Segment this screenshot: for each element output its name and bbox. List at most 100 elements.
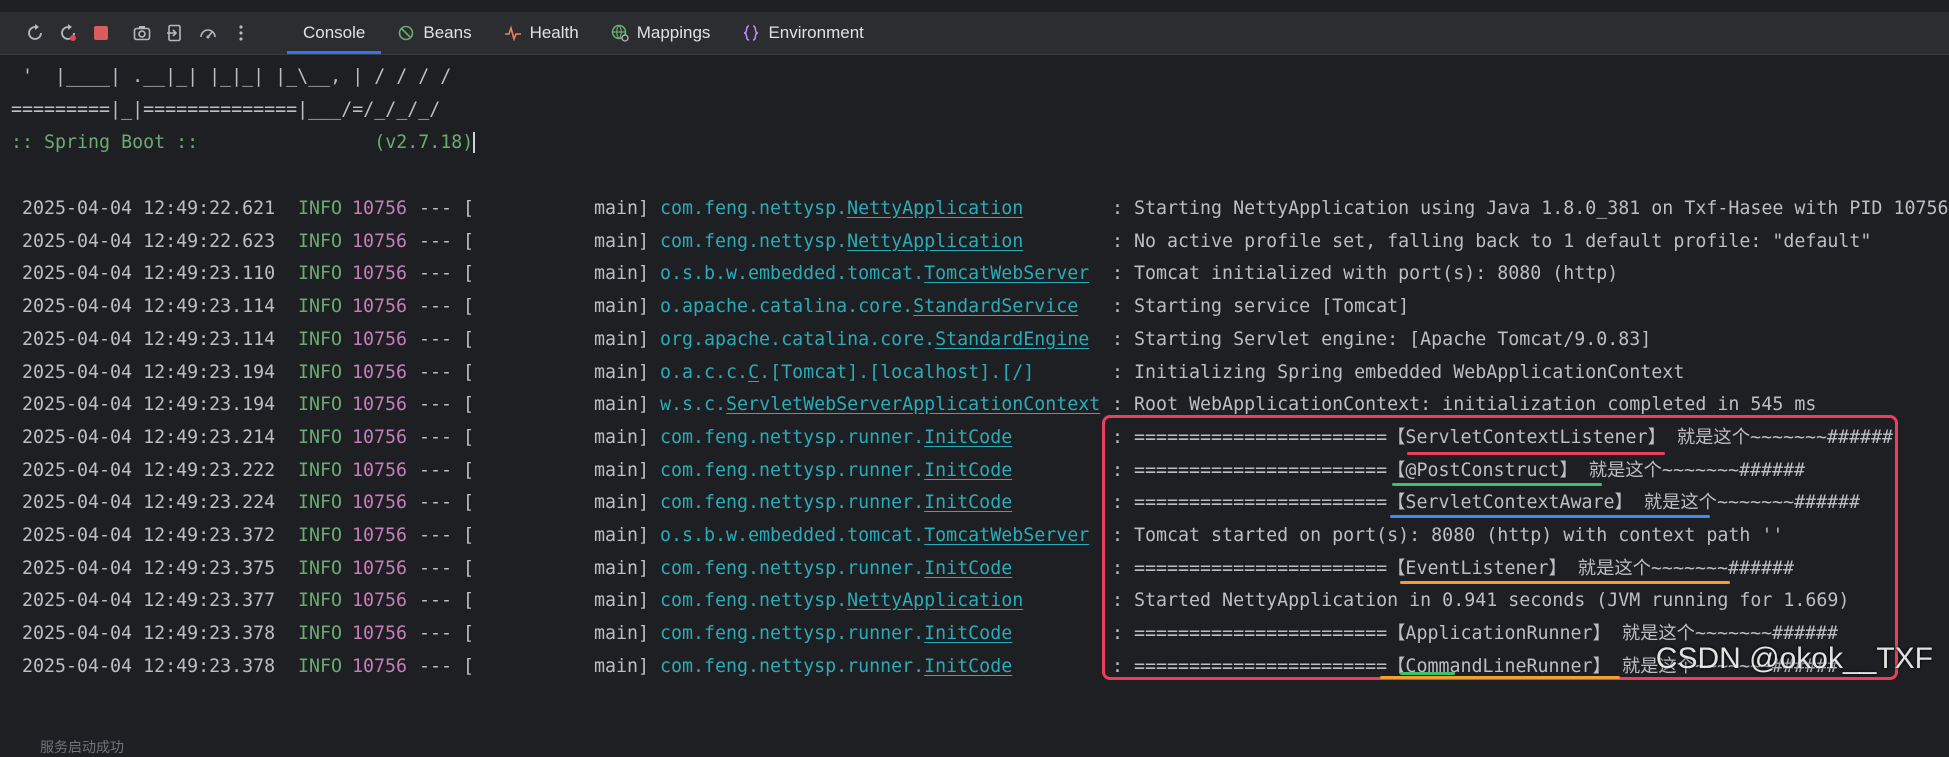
log-level: INFO (298, 590, 343, 611)
logger-package: w.s.c. (660, 394, 727, 415)
log-logger[interactable]: com.feng.nettysp.NettyApplication (660, 588, 1023, 614)
logger-package: o.s.b.w.embedded.tomcat. (660, 263, 925, 284)
log-timestamp: 2025-04-04 12:49:23.114 (22, 296, 276, 317)
logger-suffix: .[Tomcat].[localhost].[/] (759, 362, 1035, 383)
log-thread: main] (594, 263, 650, 284)
log-logger[interactable]: com.feng.nettysp.runner.InitCode (660, 654, 1012, 680)
log-timestamp: 2025-04-04 12:49:23.224 (22, 492, 276, 513)
logger-class-link[interactable]: ServletWebServerApplicationContext (726, 394, 1100, 415)
log-timestamp: 2025-04-04 12:49:23.110 (22, 263, 276, 284)
camera-icon[interactable] (125, 18, 158, 48)
log-thread: main] (594, 525, 650, 546)
log-logger[interactable]: com.feng.nettysp.runner.InitCode (660, 556, 1012, 582)
tab-health[interactable]: Health (488, 12, 595, 54)
rerun-icon[interactable] (18, 18, 51, 48)
log-timestamp: 2025-04-04 12:49:23.375 (22, 558, 276, 579)
log-logger[interactable]: o.a.c.c.C.[Tomcat].[localhost].[/] (660, 360, 1034, 386)
logger-class-link[interactable]: NettyApplication (847, 198, 1023, 219)
log-logger[interactable]: com.feng.nettysp.runner.InitCode (660, 458, 1012, 484)
health-icon (504, 24, 522, 42)
logger-class-link[interactable]: InitCode (924, 460, 1012, 481)
log-logger[interactable]: com.feng.nettysp.NettyApplication (660, 196, 1023, 222)
log-thread: main] (594, 492, 650, 513)
log-message: : Tomcat initialized with port(s): 8080 … (1112, 263, 1619, 284)
log-thread: main] (594, 362, 650, 383)
tool-tabs: Console Beans Health Mappings Environmen… (287, 12, 880, 54)
underline-green (1392, 483, 1602, 486)
log-logger[interactable]: com.feng.nettysp.runner.InitCode (660, 621, 1012, 647)
logger-package: o.s.b.w.embedded.tomcat. (660, 525, 925, 546)
log-level: INFO (298, 394, 343, 415)
log-logger[interactable]: o.apache.catalina.core.StandardService (660, 294, 1078, 320)
run-toolbar: Console Beans Health Mappings Environmen… (0, 12, 1949, 55)
log-level: INFO (298, 558, 343, 579)
log-timestamp: 2025-04-04 12:49:23.194 (22, 362, 276, 383)
log-pid: 10756 (352, 329, 408, 350)
logger-package: com.feng.nettysp.runner. (660, 492, 925, 513)
log-thread: main] (594, 656, 650, 677)
log-timestamp: 2025-04-04 12:49:22.621 (22, 198, 276, 219)
log-pid: 10756 (352, 198, 408, 219)
logger-package: com.feng.nettysp. (660, 231, 848, 252)
tab-beans-label: Beans (423, 23, 472, 42)
logger-class-link[interactable]: C (748, 362, 759, 383)
log-message: : Starting NettyApplication using Java 1… (1112, 198, 1949, 219)
log-separator: --- [ (419, 296, 475, 317)
log-level: INFO (298, 492, 343, 513)
log-separator: --- [ (419, 460, 475, 481)
log-level: INFO (298, 623, 343, 644)
underline-orange (1400, 581, 1730, 584)
log-logger[interactable]: org.apache.catalina.core.StandardEngine (660, 327, 1089, 353)
stop-icon[interactable] (84, 18, 117, 48)
log-logger[interactable]: o.s.b.w.embedded.tomcat.TomcatWebServer (660, 261, 1089, 287)
log-level: INFO (298, 427, 343, 448)
log-thread: main] (594, 198, 650, 219)
log-separator: --- [ (419, 394, 475, 415)
log-pid: 10756 (352, 623, 408, 644)
exit-icon[interactable] (158, 18, 191, 48)
logger-package: org.apache.catalina.core. (660, 329, 936, 350)
log-logger[interactable]: w.s.c.ServletWebServerApplicationContext (660, 392, 1100, 418)
logger-class-link[interactable]: InitCode (924, 623, 1012, 644)
tab-beans[interactable]: Beans (381, 12, 487, 54)
log-logger[interactable]: com.feng.nettysp.runner.InitCode (660, 490, 1012, 516)
tab-environment[interactable]: Environment (726, 12, 879, 54)
logger-class-link[interactable]: StandardEngine (935, 329, 1089, 350)
partial-log-line: 服务启动成功 (40, 739, 124, 755)
log-timestamp: 2025-04-04 12:49:23.378 (22, 623, 276, 644)
tab-console[interactable]: Console (287, 12, 382, 54)
log-pid: 10756 (352, 427, 408, 448)
speedometer-icon[interactable] (191, 18, 224, 48)
logger-class-link[interactable]: TomcatWebServer (924, 263, 1089, 284)
logger-class-link[interactable]: StandardService (913, 296, 1078, 317)
rerun-failed-icon[interactable] (51, 18, 84, 48)
logger-class-link[interactable]: InitCode (924, 492, 1012, 513)
log-level: INFO (298, 656, 343, 677)
log-logger[interactable]: o.s.b.w.embedded.tomcat.TomcatWebServer (660, 523, 1089, 549)
log-separator: --- [ (419, 525, 475, 546)
logger-class-link[interactable]: InitCode (924, 427, 1012, 448)
environment-icon (742, 24, 760, 42)
tab-mappings[interactable]: Mappings (595, 12, 727, 54)
logger-class-link[interactable]: NettyApplication (847, 590, 1023, 611)
logger-class-link[interactable]: NettyApplication (847, 231, 1023, 252)
more-icon[interactable] (224, 18, 257, 48)
logger-class-link[interactable]: TomcatWebServer (924, 525, 1089, 546)
log-line: 2025-04-04 12:49:22.623 INFO 10756 --- [mai… (0, 229, 1949, 255)
logger-package: o.apache.catalina.core. (660, 296, 914, 317)
log-logger[interactable]: com.feng.nettysp.runner.InitCode (660, 425, 1012, 451)
logger-package: o.a.c.c. (660, 362, 749, 383)
log-level: INFO (298, 460, 343, 481)
log-pid: 10756 (352, 590, 408, 611)
log-pid: 10756 (352, 296, 408, 317)
banner-line: =========|_|==============|___/=/_/_/_/ (0, 99, 441, 120)
logger-package: com.feng.nettysp.runner. (660, 656, 925, 677)
log-thread: main] (594, 590, 650, 611)
logger-class-link[interactable]: InitCode (924, 558, 1012, 579)
log-thread: main] (594, 231, 650, 252)
log-thread: main] (594, 427, 650, 448)
log-logger[interactable]: com.feng.nettysp.NettyApplication (660, 229, 1023, 255)
log-level: INFO (298, 296, 343, 317)
logger-class-link[interactable]: InitCode (924, 656, 1012, 677)
tab-health-label: Health (529, 23, 579, 42)
